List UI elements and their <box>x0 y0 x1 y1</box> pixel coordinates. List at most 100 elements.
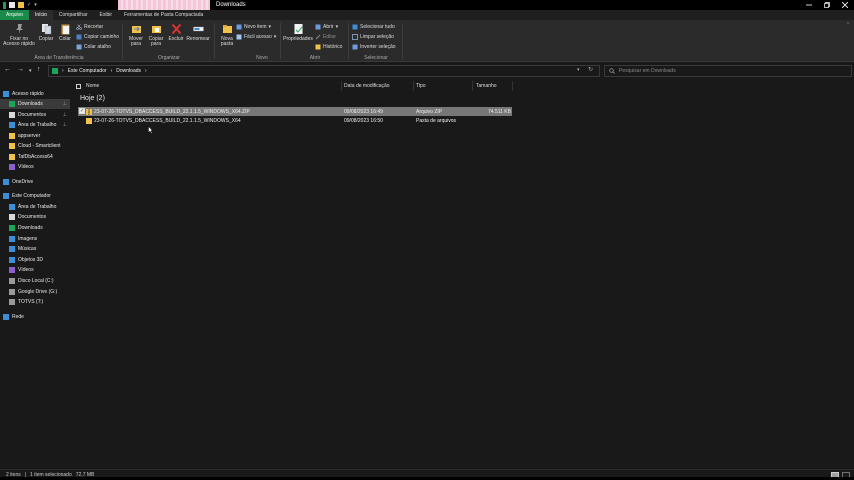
nav-item[interactable]: TOTVS (T:) <box>0 297 70 307</box>
select-all-icon <box>352 24 358 30</box>
select-all-button[interactable]: Selecionar tudo <box>352 24 395 30</box>
nav-item[interactable]: Downloads ⊥ <box>0 99 70 109</box>
new-folder-button[interactable]: Nova pasta <box>218 23 236 47</box>
group-header-today[interactable]: Hoje (2) <box>80 95 105 102</box>
refresh-icon[interactable]: ↻ <box>588 66 593 73</box>
music-icon <box>9 246 15 252</box>
nav-item[interactable]: OneDrive <box>0 177 70 187</box>
checkmark-qat-icon[interactable]: ✓ <box>27 2 31 8</box>
row-checkbox[interactable]: ✓ <box>79 108 85 114</box>
ribbon-separator <box>402 23 403 59</box>
paste-button[interactable]: Colar <box>57 23 73 42</box>
breadcrumb-this-pc[interactable]: Este Computador <box>68 68 107 74</box>
column-divider[interactable] <box>512 81 513 91</box>
new-item-label: Novo item <box>244 24 267 30</box>
drive-icon <box>9 289 15 295</box>
nav-item[interactable]: Vídeos <box>0 162 70 172</box>
cut-button[interactable]: Recortar <box>76 24 103 30</box>
back-arrow-icon[interactable]: ← <box>4 66 11 73</box>
nav-item[interactable]: Downloads <box>0 223 70 233</box>
open-group: Propriedades Abrir ▾ Editar Histórico Ab… <box>282 20 348 62</box>
history-icon <box>315 44 321 50</box>
breadcrumb-chevron-icon[interactable]: › <box>62 68 64 74</box>
nav-item[interactable]: Vídeos <box>0 265 70 275</box>
tab-compressed-folder-tools[interactable]: Ferramentas de Pasta Compactada <box>118 10 210 20</box>
column-divider[interactable] <box>472 81 473 91</box>
nav-item[interactable]: Google Drive (G:) <box>0 287 70 297</box>
file-type: Arquivo ZIP <box>416 109 443 115</box>
column-header-name[interactable]: Nome <box>86 81 99 91</box>
paste-label: Colar <box>59 36 71 42</box>
column-header-size[interactable]: Tamanho <box>476 81 497 91</box>
tab-share[interactable]: Compartilhar <box>53 10 94 20</box>
nav-item[interactable]: Este Computador <box>0 191 70 201</box>
address-bar[interactable]: › Este Computador › Downloads › <box>48 65 600 77</box>
tab-home[interactable]: Início <box>28 10 53 20</box>
window-title: Downloads <box>216 2 246 8</box>
breadcrumb-chevron-icon[interactable]: › <box>145 68 147 74</box>
select-all-checkbox[interactable] <box>76 81 81 91</box>
address-history-chevron-icon[interactable]: ▾ <box>577 67 580 73</box>
breadcrumb-downloads[interactable]: Downloads <box>116 68 141 74</box>
properties-button[interactable]: Propriedades <box>282 23 314 42</box>
recent-locations-chevron-icon[interactable]: ▾ <box>29 68 32 74</box>
pin-quick-access-button[interactable]: Fixar no Acesso rápido <box>3 23 35 47</box>
forward-arrow-icon[interactable]: → <box>17 66 24 73</box>
nav-item[interactable]: Área de Trabalho ⊥ <box>0 120 70 130</box>
copy-button[interactable]: Copiar <box>36 23 56 42</box>
column-divider[interactable] <box>413 81 414 91</box>
nav-item[interactable]: Documentos <box>0 212 70 222</box>
maximize-button[interactable] <box>818 0 836 10</box>
nav-item[interactable]: Cloud - Smartclient <box>0 141 70 151</box>
column-header-date[interactable]: Data de modificação <box>344 81 390 91</box>
close-button[interactable] <box>836 0 854 10</box>
up-arrow-icon[interactable]: ↑ <box>37 66 41 73</box>
ribbon-separator <box>280 23 281 59</box>
column-header-type[interactable]: Tipo <box>416 81 426 91</box>
nav-item-label: Área de Trabalho <box>18 204 57 210</box>
nav-item[interactable]: Imagens <box>0 234 70 244</box>
customize-qat-dropdown[interactable]: ▾ <box>34 2 37 8</box>
easy-access-label: Fácil acesso <box>244 34 272 40</box>
paste-shortcut-button[interactable]: Colar atalho <box>76 44 111 50</box>
nav-item[interactable]: Músicas <box>0 244 70 254</box>
minimize-button[interactable] <box>800 0 818 10</box>
copy-path-button[interactable]: Copiar caminho <box>76 34 119 40</box>
nav-item[interactable]: TafDbAccess64 <box>0 152 70 162</box>
document-icon <box>9 214 15 220</box>
breadcrumb-chevron-icon[interactable]: › <box>111 68 113 74</box>
nav-item[interactable]: Acesso rápido <box>0 89 70 99</box>
easy-access-button[interactable]: Fácil acesso ▾ <box>236 34 276 40</box>
tab-view[interactable]: Exibir <box>94 10 119 20</box>
invert-selection-button[interactable]: Inverter seleção <box>352 44 396 50</box>
file-date: 09/08/2023 16:49 <box>344 109 383 115</box>
nav-item[interactable]: Rede <box>0 312 70 322</box>
nav-item[interactable]: Documentos ⊥ <box>0 110 70 120</box>
move-to-button[interactable]: Mover para <box>126 23 146 47</box>
edit-button[interactable]: Editar <box>315 34 336 40</box>
new-folder-label: Nova pasta <box>220 36 234 47</box>
nav-item[interactable]: appserver <box>0 131 70 141</box>
copy-to-button[interactable]: Copiar para <box>146 23 166 47</box>
properties-qat-icon[interactable] <box>9 2 15 8</box>
search-input[interactable]: Pesquisar em Downloads <box>604 65 852 77</box>
nav-item[interactable]: Disco Local (C:) <box>0 276 70 286</box>
new-folder-qat-icon[interactable] <box>18 2 24 8</box>
file-row[interactable]: ✓ 23-07-26-TOTVS_DBACCESS_BUILD_22.1.1.5… <box>78 107 512 116</box>
nav-item-label: Disco Local (C:) <box>18 278 54 284</box>
nav-item-label: Documentos <box>18 214 47 220</box>
new-item-button[interactable]: Novo item ▾ <box>236 24 271 30</box>
history-button[interactable]: Histórico <box>315 44 342 50</box>
collapse-ribbon-icon[interactable]: ⌃ <box>846 22 850 28</box>
column-divider[interactable] <box>341 81 342 91</box>
file-row[interactable]: 23-07-26-TOTVS_DBACCESS_BUILD_22.1.1.5_W… <box>78 116 512 125</box>
nav-item[interactable]: Objetos 3D <box>0 255 70 265</box>
nav-item[interactable]: Área de Trabalho <box>0 202 70 212</box>
clear-selection-button[interactable]: Limpar seleção <box>352 34 394 40</box>
rename-button[interactable]: Renomear <box>185 23 211 42</box>
open-button[interactable]: Abrir ▾ <box>315 24 338 30</box>
tab-file[interactable]: Arquivo <box>0 10 29 20</box>
new-item-icon <box>236 24 242 30</box>
delete-button[interactable]: Excluir <box>167 23 185 42</box>
move-to-label: Mover para <box>129 36 143 47</box>
